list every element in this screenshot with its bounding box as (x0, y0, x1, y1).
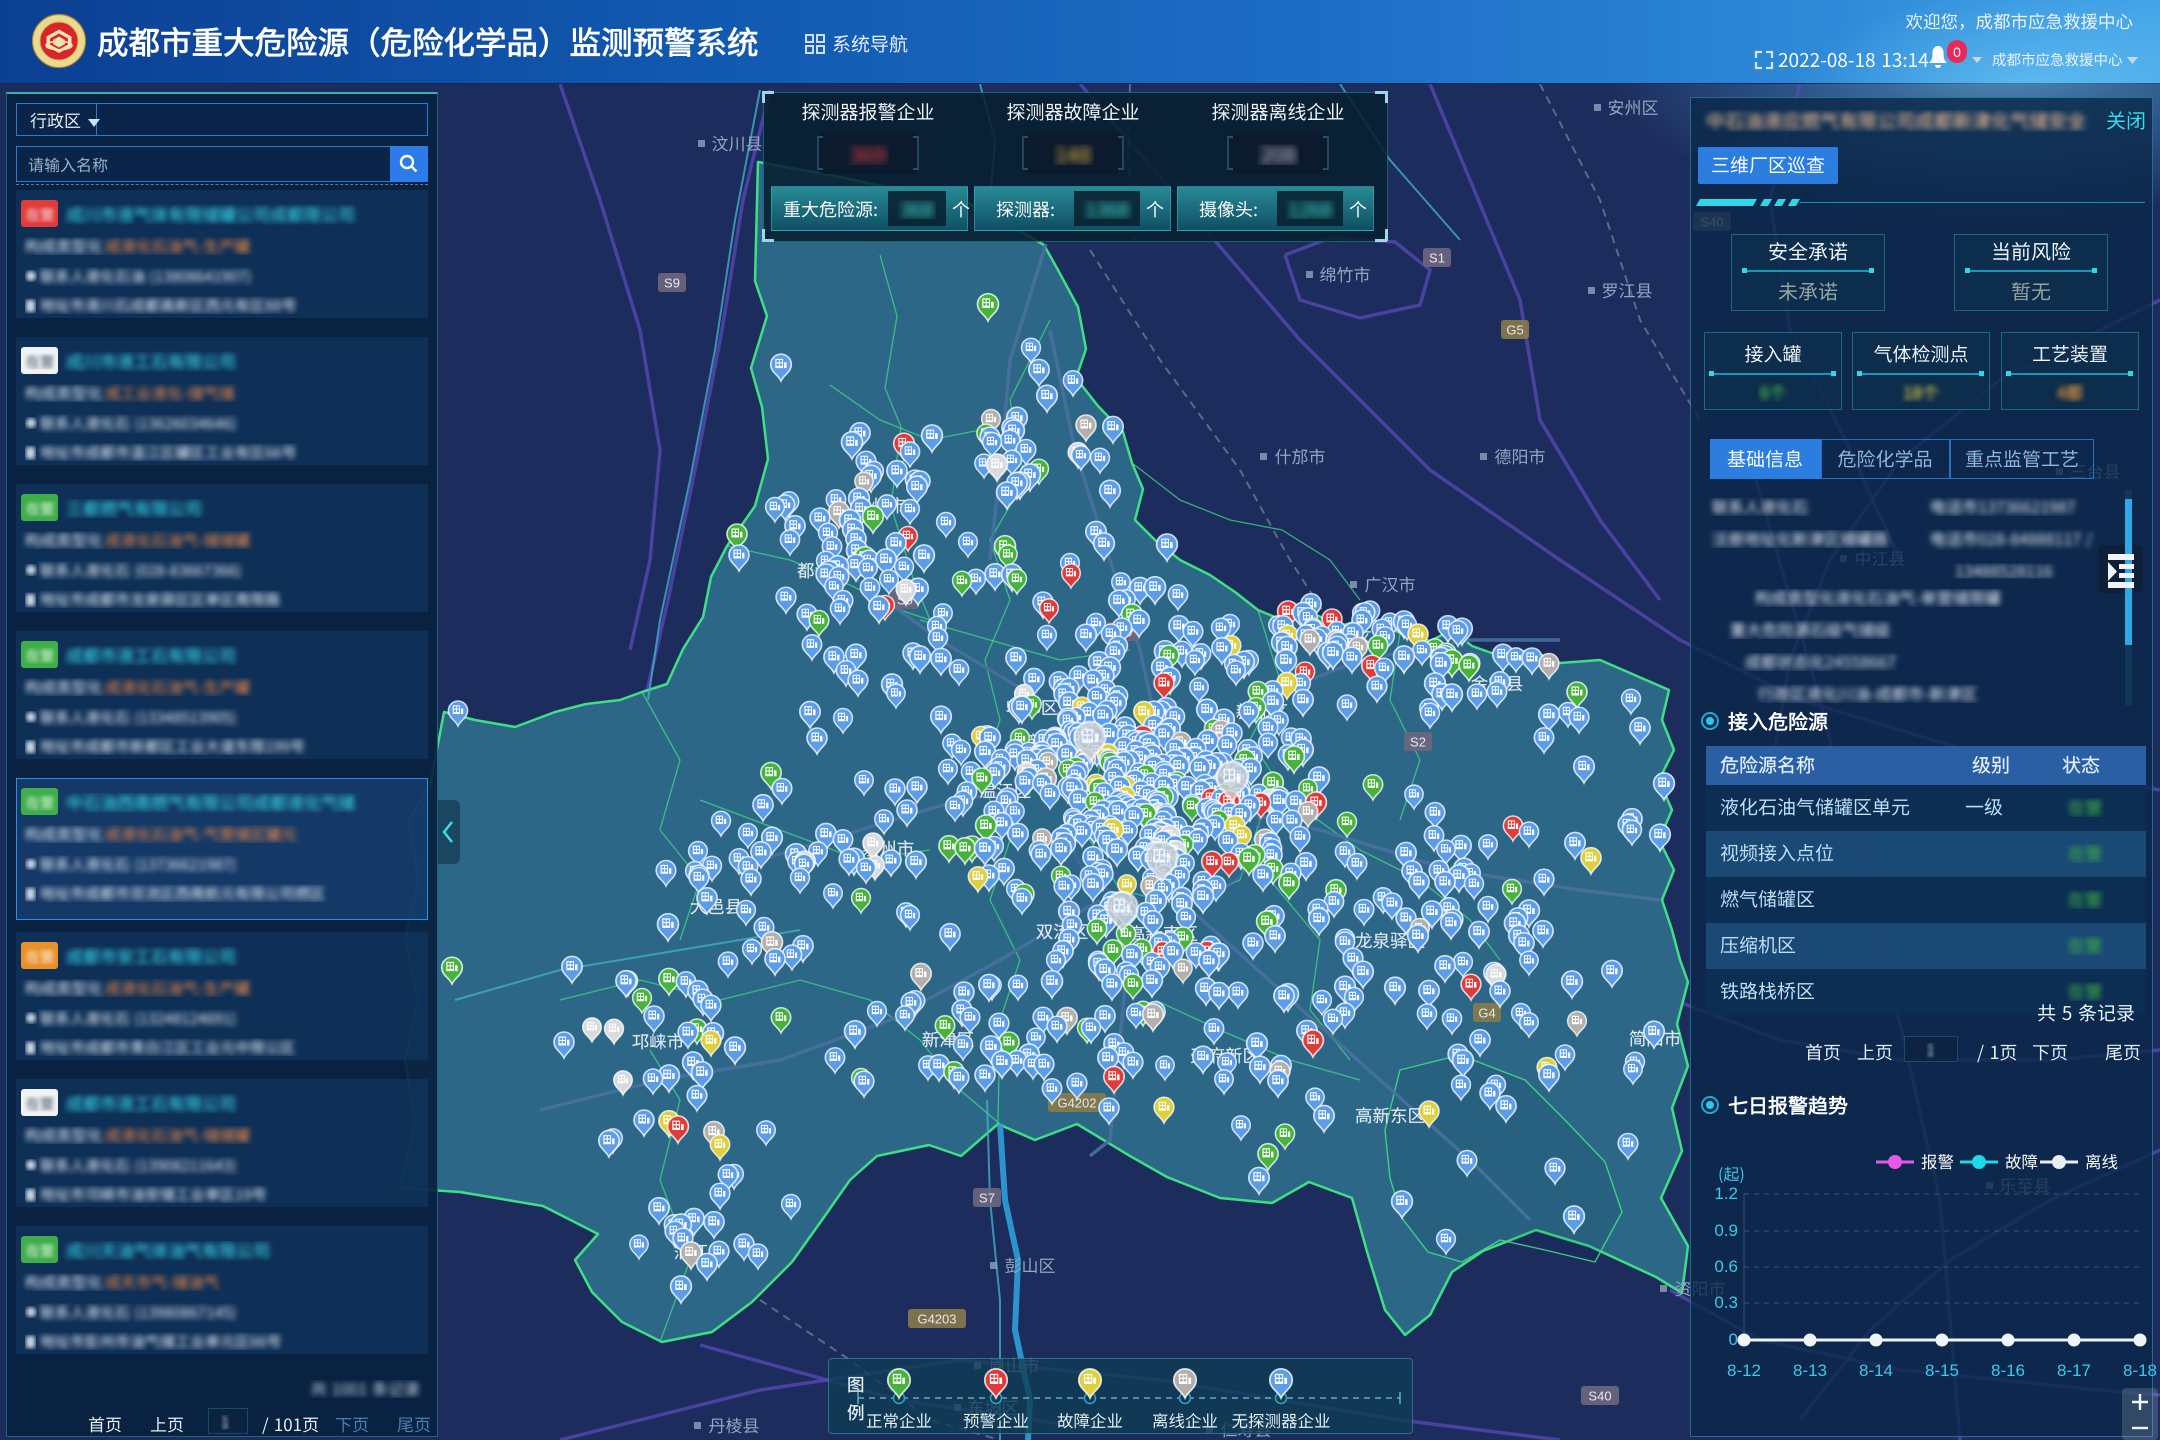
svg-text:S2: S2 (1410, 735, 1426, 750)
svg-text:S40: S40 (1588, 1389, 1611, 1404)
svg-text:G5: G5 (1506, 323, 1523, 338)
svg-text:S7: S7 (979, 1191, 995, 1206)
svg-text:S9: S9 (664, 276, 680, 291)
svg-text:S1: S1 (1429, 251, 1445, 266)
svg-text:G4203: G4203 (917, 1312, 956, 1327)
svg-text:G4: G4 (1478, 1006, 1495, 1021)
